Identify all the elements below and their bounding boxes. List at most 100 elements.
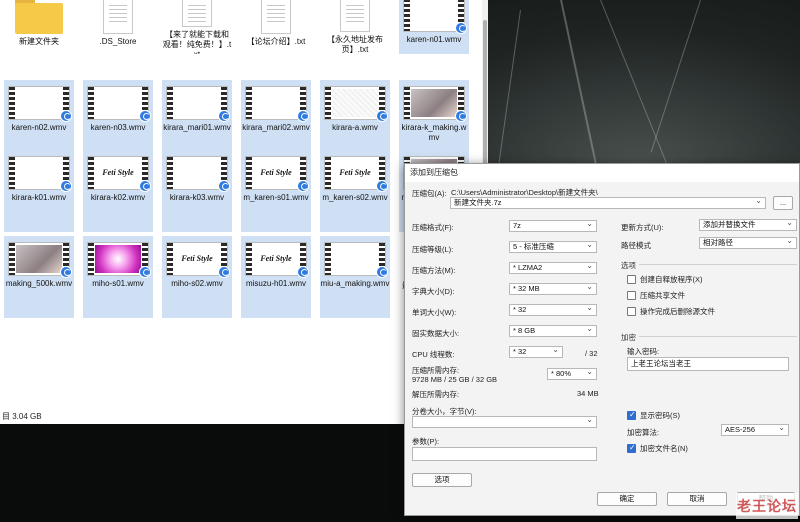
solid-select[interactable]: * 8 GB (509, 325, 597, 337)
text-file-icon (340, 0, 370, 33)
media-player-badge-icon (376, 180, 388, 192)
file-tile[interactable]: kirara_mari02.wmv (241, 80, 311, 150)
media-player-badge-icon (60, 110, 72, 122)
file-name: kirara_mari02.wmv (242, 123, 310, 132)
video-thumbnail-icon (324, 242, 388, 278)
video-thumbnail-icon (166, 86, 230, 122)
params-input[interactable] (412, 447, 597, 461)
file-tile[interactable]: kirara-k01.wmv (4, 150, 74, 232)
file-name: misuzu-h01.wmv (245, 279, 306, 288)
opt-sfx-label: 创建自释放程序(X) (640, 275, 703, 284)
file-tile[interactable]: m_karen-s01.wmv (241, 150, 311, 232)
file-tile[interactable]: miu-a_making.wmv (320, 236, 390, 318)
media-player-badge-icon (297, 180, 309, 192)
file-tile[interactable]: miho-s02.wmv (162, 236, 232, 318)
file-tile[interactable]: misuzu-h01.wmv (241, 236, 311, 318)
file-tile[interactable]: karen-n02.wmv (4, 80, 74, 150)
file-tile[interactable]: m_karen-s02.wmv (320, 150, 390, 232)
media-player-badge-icon (297, 110, 309, 122)
file-name: 【永久地址发布页】.txt (327, 35, 383, 54)
text-file-icon (103, 0, 133, 34)
file-name: karen-n01.wmv (406, 35, 462, 44)
desktop-area (0, 424, 405, 522)
solid-label: 固实数据大小: (412, 329, 460, 338)
dict-select[interactable]: * 32 MB (509, 283, 597, 295)
file-tile[interactable]: 【论坛介绍】.txt (241, 0, 311, 54)
file-name: 【来了就能下载和观看！纯免费！】.txt (162, 29, 232, 54)
decomp-label: 解压所需内存: (412, 390, 460, 399)
cpu-total: / 32 (585, 349, 598, 358)
file-tile[interactable]: kirara-k_making.wmv (399, 80, 469, 150)
params-label: 参数(P): (412, 437, 440, 446)
cpu-select[interactable]: * 32 (509, 346, 563, 358)
file-name: kirara-k03.wmv (169, 193, 225, 202)
split-combo[interactable] (412, 416, 597, 428)
update-select[interactable]: 添加并替换文件 (699, 219, 797, 231)
encrypt-method-select[interactable]: AES-256 (721, 424, 789, 436)
encrypt-group-title: 加密 (621, 333, 636, 342)
password-input[interactable]: 上老王论坛当老王 (627, 357, 789, 371)
file-tile[interactable]: miho-s01.wmv (83, 236, 153, 318)
word-select[interactable]: * 32 (509, 304, 597, 316)
opt-shared-checkbox[interactable]: 压缩共享文件 (627, 290, 685, 301)
encrypt-names-checkbox[interactable]: 加密文件名(N) (627, 443, 688, 454)
checkbox-box-checked[interactable] (627, 443, 636, 453)
browse-button[interactable]: ... (773, 196, 793, 210)
media-player-badge-icon (60, 180, 72, 192)
file-tile[interactable]: kirara_mari01.wmv (162, 80, 232, 150)
update-label: 更新方式(U): (621, 223, 664, 232)
options-button[interactable]: 选项 (412, 473, 472, 487)
opt-delete-label: 操作完成后删除源文件 (640, 307, 715, 316)
checkbox-box[interactable] (627, 291, 636, 300)
decomp-value: 34 MB (577, 389, 599, 398)
media-player-badge-icon (218, 110, 230, 122)
file-tile[interactable]: 【来了就能下载和观看！纯免费！】.txt (162, 0, 232, 54)
file-tile[interactable]: kirara-k02.wmv (83, 150, 153, 232)
checkbox-box[interactable] (627, 275, 636, 284)
mem-value: 9728 MB / 25 GB / 32 GB (412, 375, 498, 384)
file-tile[interactable]: karen-n03.wmv (83, 80, 153, 150)
video-thumbnail-icon (87, 242, 151, 278)
file-tile[interactable]: 新建文件夹 (4, 0, 74, 54)
file-name: m_karen-s02.wmv (322, 193, 388, 202)
file-tile[interactable]: .DS_Store (83, 0, 153, 54)
file-tile[interactable]: 【永久地址发布页】.txt (320, 0, 390, 54)
opt-delete-checkbox[interactable]: 操作完成后删除源文件 (627, 306, 715, 317)
encrypt-group-divider (639, 336, 797, 337)
file-tile[interactable]: kirara-a.wmv (320, 80, 390, 150)
file-name: kirara-a.wmv (332, 123, 378, 132)
method-select[interactable]: * LZMA2 (509, 262, 597, 274)
file-name: kirara-k_making.wmv (401, 123, 467, 142)
format-select[interactable]: 7z (509, 220, 597, 232)
media-player-badge-icon (139, 266, 151, 278)
file-tile[interactable]: making_500k.wmv (4, 236, 74, 318)
file-tile[interactable]: kirara-k03.wmv (162, 150, 232, 232)
archive-name-combo[interactable]: 新建文件夹.7z (450, 197, 766, 209)
add-to-archive-dialog: 添加到压缩包 压缩包(A): C:\Users\Administrator\De… (404, 163, 800, 516)
pathmode-select[interactable]: 相对路径 (699, 237, 797, 249)
format-label: 压缩格式(F): (412, 223, 454, 232)
file-tile[interactable]: karen-n01.wmv (399, 0, 469, 54)
file-name: kirara-k01.wmv (11, 193, 67, 202)
encrypt-method-label: 加密算法: (627, 428, 660, 437)
video-thumbnail-icon (166, 156, 230, 192)
ok-button[interactable]: 确定 (597, 492, 657, 506)
file-name: 【论坛介绍】.txt (246, 37, 306, 46)
opt-shared-label: 压缩共享文件 (640, 291, 685, 300)
archive-label: 压缩包(A): (412, 189, 447, 198)
level-select[interactable]: 5 - 标准压缩 (509, 241, 597, 253)
folder-icon (15, 0, 63, 34)
cancel-button[interactable]: 取消 (667, 492, 727, 506)
opt-sfx-checkbox[interactable]: 创建自释放程序(X) (627, 274, 703, 285)
show-password-checkbox[interactable]: 显示密码(S) (627, 410, 680, 421)
method-label: 压缩方法(M): (412, 266, 456, 275)
video-thumbnail-icon (166, 242, 230, 278)
cpu-label: CPU 线程数: (412, 350, 455, 359)
media-player-badge-icon (139, 110, 151, 122)
media-player-badge-icon (218, 266, 230, 278)
mem-percent-select[interactable]: * 80% (547, 368, 597, 380)
checkbox-box-checked[interactable] (627, 410, 636, 420)
word-label: 单词大小(W): (412, 308, 457, 317)
video-thumbnail-icon (245, 156, 309, 192)
checkbox-box[interactable] (627, 307, 636, 316)
